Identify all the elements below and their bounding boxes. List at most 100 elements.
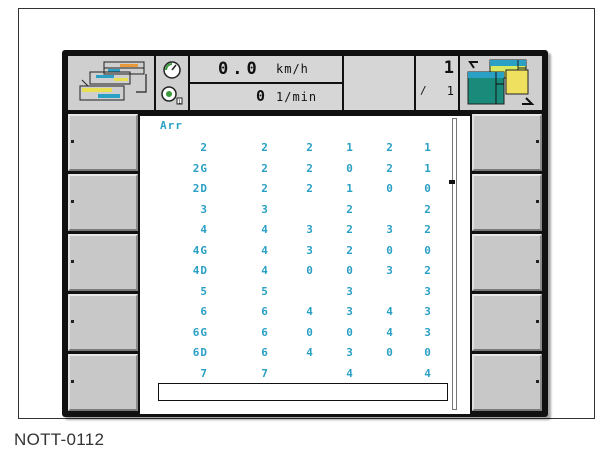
table-row[interactable]: 4G 4 3 2 0 0 [140, 244, 480, 263]
row-cell: 3 [346, 305, 354, 318]
row-cell: 0 [386, 346, 394, 359]
row-cell: 3 [386, 264, 394, 277]
softkey-left-1[interactable] [68, 114, 138, 171]
softkey-left-5[interactable] [68, 354, 138, 411]
row-label: 2D [192, 182, 208, 195]
softkey-right-4[interactable] [472, 294, 542, 351]
speed-readout: 0.0 km/h [190, 56, 342, 82]
row-cell: 0 [424, 243, 432, 257]
table-row[interactable]: 2 2 2 1 2 1 [140, 141, 480, 160]
row-cell: 6 [261, 346, 269, 359]
row-cell: 3 [424, 325, 432, 339]
row-cell: 2 [306, 182, 314, 195]
row-cell: 3 [346, 284, 354, 298]
row-cell: 3 [261, 202, 269, 216]
table-row[interactable]: 2D 2 2 1 0 0 [140, 182, 480, 201]
table-row[interactable]: 2G 2 2 0 2 1 [140, 162, 480, 181]
row-cell: 1 [346, 182, 354, 195]
row-label: 6 [200, 305, 208, 318]
row-label: 4G [192, 243, 208, 257]
row-cell: 2 [306, 141, 314, 154]
counter-value: 1 [443, 58, 454, 78]
header-blank-area [344, 56, 414, 110]
row-label: 4 [200, 223, 208, 236]
page-switch-button[interactable] [460, 56, 542, 110]
softkey-right-3[interactable] [472, 234, 542, 291]
row-cell: 3 [306, 243, 314, 257]
status-icons-box: 1 [156, 56, 188, 110]
row-cell: 1 [424, 141, 432, 154]
row-cell: 3 [306, 223, 314, 236]
counter-divider: / [420, 84, 427, 97]
row-cell: 4 [261, 223, 269, 236]
scroll-indicator[interactable] [449, 180, 455, 184]
row-cell: 2 [346, 243, 354, 257]
row-cell: 4 [261, 264, 269, 277]
table-row[interactable]: 6G 6 0 0 4 3 [140, 326, 480, 345]
row-cell: 2 [424, 264, 432, 277]
table-row[interactable]: 6 6 4 3 4 3 [140, 305, 480, 324]
data-table-area: Arr 2 2 2 1 2 1 2G 2 2 0 2 1 2D 2 2 1 0 0 3 3 2 2 4 4 3 2 3 2 4G 4 3 2 0… [140, 116, 470, 414]
page-switch-icon [467, 59, 535, 105]
row-cell: 4 [261, 243, 269, 257]
row-label: 3 [200, 202, 208, 216]
softkey-right-1[interactable] [472, 114, 542, 171]
speed-unit: km/h [276, 62, 309, 76]
row-cell: 0 [386, 243, 394, 257]
row-cell: 0 [386, 182, 394, 195]
row-cell: 6 [261, 305, 269, 318]
row-cell: 4 [346, 366, 354, 380]
figure-caption: NOTT-0112 [14, 430, 105, 449]
row-cell: 2 [386, 141, 394, 154]
softkey-right-2[interactable] [472, 174, 542, 231]
row-cell: 0 [306, 325, 314, 339]
row-label: 5 [200, 284, 208, 298]
row-cell: 3 [386, 223, 394, 236]
row-cell: 2 [346, 223, 354, 236]
table-row[interactable]: 4 4 3 2 3 2 [140, 223, 480, 242]
table-row[interactable]: 3 3 2 2 [140, 203, 480, 222]
softkey-left-2[interactable] [68, 174, 138, 231]
svg-text:1: 1 [178, 100, 181, 106]
row-cell: 2 [346, 202, 354, 216]
row-cell: 4 [386, 325, 394, 339]
row-cell: 3 [424, 284, 432, 298]
row-cell: 6 [261, 325, 269, 339]
row-cell: 2 [424, 223, 432, 236]
row-cell: 3 [346, 346, 354, 359]
row-cell: 0 [346, 161, 354, 175]
softkey-right-5[interactable] [472, 354, 542, 411]
row-cell: 2 [386, 161, 394, 175]
row-cell: 2 [306, 161, 314, 175]
softkey-left-4[interactable] [68, 294, 138, 351]
scrollbar[interactable] [452, 118, 457, 410]
row-cell: 2 [261, 161, 269, 175]
hitch-implement-icon-box[interactable] [68, 56, 154, 110]
softkey-left-3[interactable] [68, 234, 138, 291]
row-cell: 0 [346, 264, 354, 277]
rpm-unit: 1/min [276, 90, 318, 104]
row-cell: 0 [424, 346, 432, 359]
row-label: 6D [192, 346, 208, 359]
row-cell: 3 [424, 305, 432, 318]
hitch-implement-icon [79, 61, 147, 101]
rpm-readout: 0 1/min [190, 84, 342, 110]
rpm-value: 0 [256, 87, 266, 105]
table-row[interactable]: 5 5 3 3 [140, 285, 480, 304]
speedometer-icon [163, 61, 181, 79]
row-label: 6G [192, 325, 208, 339]
table-row[interactable]: 4D 4 0 0 3 2 [140, 264, 480, 283]
selected-row-highlight[interactable] [158, 383, 448, 401]
row-cell: 0 [346, 325, 354, 339]
row-cell: 2 [261, 182, 269, 195]
row-cell: 4 [424, 366, 432, 380]
pto-shaft-icon: 1 [161, 86, 183, 106]
table-row[interactable]: 6D 6 4 3 0 0 [140, 346, 480, 365]
row-cell: 0 [306, 264, 314, 277]
row-cell: 1 [346, 141, 354, 154]
row-cell: 1 [424, 161, 432, 175]
row-cell: 2 [261, 141, 269, 154]
row-cell: 0 [424, 182, 432, 195]
row-label: 2G [192, 161, 208, 175]
counter-box: 1 / 1 [416, 56, 458, 110]
